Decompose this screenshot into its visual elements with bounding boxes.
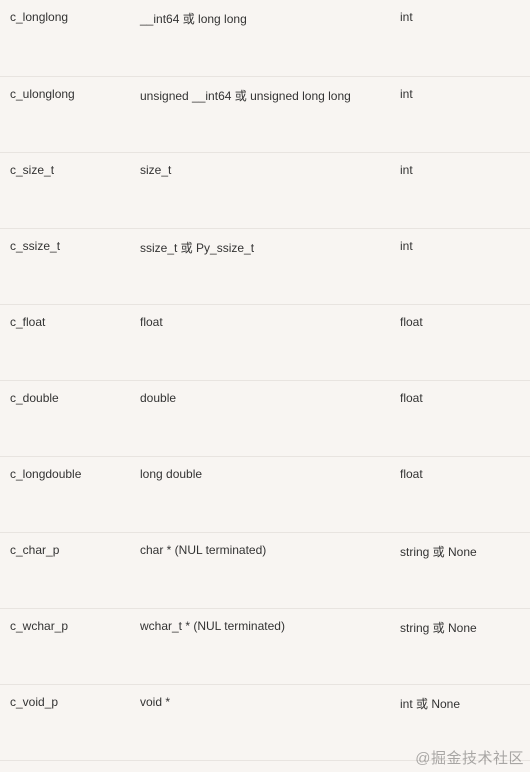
table-row: c_char_p char * (NUL terminated) string … (0, 532, 530, 608)
ctype-cell: c_ulonglong (0, 77, 130, 111)
c-decl-cell: void * (130, 685, 390, 719)
ctype-cell: c_longlong (0, 0, 130, 34)
table-row: c_longdouble long double float (0, 456, 530, 532)
c-decl-cell: double (130, 381, 390, 415)
ctype-cell: c_longdouble (0, 457, 130, 491)
c-decl-cell: wchar_t * (NUL terminated) (130, 609, 390, 643)
c-decl-cell: long double (130, 457, 390, 491)
python-type-cell: float (390, 381, 530, 415)
table-row: c_ulonglong unsigned __int64 或 unsigned … (0, 76, 530, 152)
ctype-cell: c_void_p (0, 685, 130, 719)
ctypes-mapping-table: c_longlong __int64 或 long long int c_ulo… (0, 0, 530, 761)
ctype-cell: c_size_t (0, 153, 130, 187)
python-type-cell: int (390, 229, 530, 263)
python-type-cell: int (390, 77, 530, 111)
ctype-cell: c_float (0, 305, 130, 339)
table-row: c_double double float (0, 380, 530, 456)
python-type-cell: float (390, 305, 530, 339)
table-body: c_longlong __int64 或 long long int c_ulo… (0, 0, 530, 760)
ctype-cell: c_wchar_p (0, 609, 130, 643)
c-decl-cell: size_t (130, 153, 390, 187)
ctype-cell: c_ssize_t (0, 229, 130, 263)
c-decl-cell: char * (NUL terminated) (130, 533, 390, 567)
ctype-cell: c_char_p (0, 533, 130, 567)
table-row: c_longlong __int64 或 long long int (0, 0, 530, 76)
c-decl-cell: float (130, 305, 390, 339)
table-row: c_size_t size_t int (0, 152, 530, 228)
python-type-cell: int 或 None (390, 685, 530, 722)
table-row: c_wchar_p wchar_t * (NUL terminated) str… (0, 608, 530, 684)
python-type-cell: int (390, 0, 530, 34)
c-decl-cell: __int64 或 long long (130, 0, 390, 37)
ctype-cell: c_double (0, 381, 130, 415)
python-type-cell: float (390, 457, 530, 491)
table-row: c_void_p void * int 或 None (0, 684, 530, 760)
table-row: c_float float float (0, 304, 530, 380)
python-type-cell: int (390, 153, 530, 187)
python-type-cell: string 或 None (390, 609, 530, 646)
python-type-cell: string 或 None (390, 533, 530, 570)
c-decl-cell: ssize_t 或 Py_ssize_t (130, 229, 390, 266)
table-row: c_ssize_t ssize_t 或 Py_ssize_t int (0, 228, 530, 304)
c-decl-cell: unsigned __int64 或 unsigned long long (130, 77, 390, 114)
